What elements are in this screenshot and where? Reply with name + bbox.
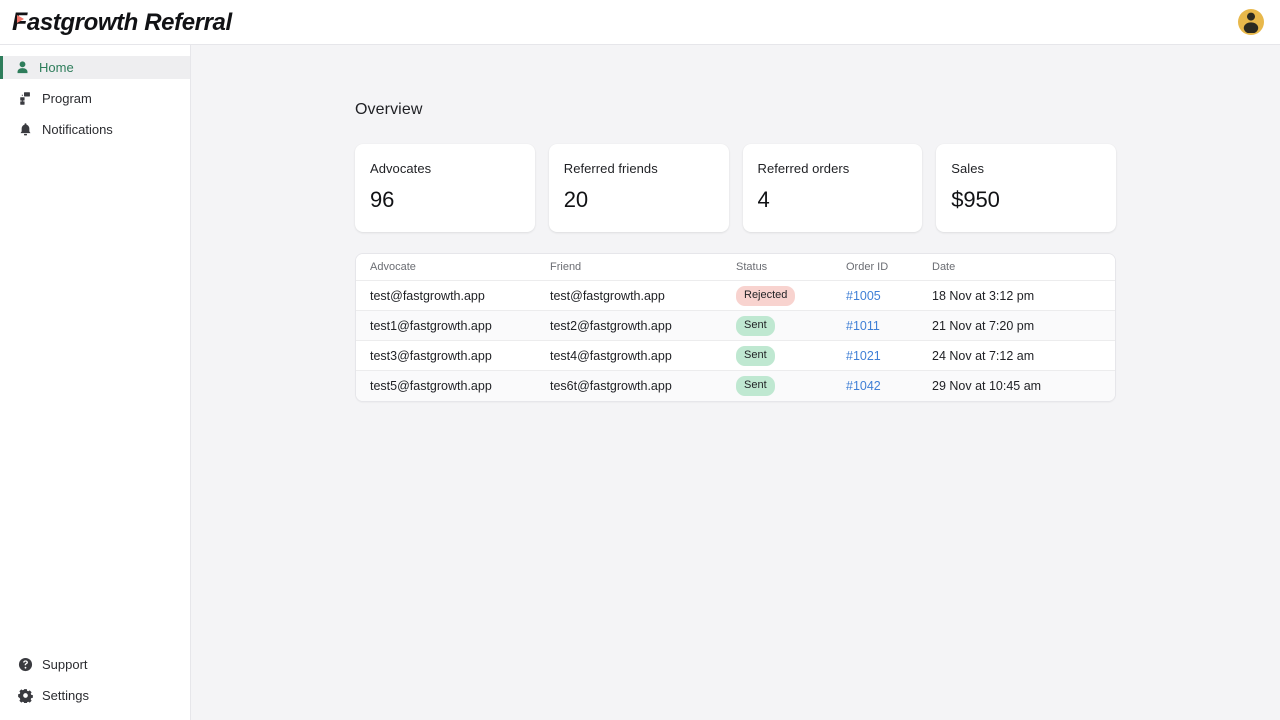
- logo-letter-f: F: [12, 10, 27, 35]
- stat-card-label: Sales: [951, 161, 1116, 176]
- sidebar-item-program[interactable]: Program: [0, 87, 190, 110]
- cell-order-id: #1005: [846, 289, 932, 303]
- table-row: test5@fastgrowth.app tes6t@fastgrowth.ap…: [356, 371, 1115, 401]
- column-header-friend: Friend: [550, 261, 736, 273]
- top-bar: F astgrowth Referral: [0, 0, 1280, 45]
- cell-order-id: #1042: [846, 379, 932, 393]
- cell-date: 18 Nov at 3:12 pm: [932, 289, 1115, 303]
- brand-logo[interactable]: F astgrowth Referral: [12, 10, 232, 35]
- cell-advocate: test5@fastgrowth.app: [356, 379, 550, 393]
- column-header-status: Status: [736, 261, 846, 273]
- stat-card-value: 96: [370, 187, 535, 213]
- cell-order-id: #1011: [846, 319, 932, 333]
- main-content: Overview Advocates 96 Referred friends 2…: [191, 45, 1280, 720]
- sidebar-item-label: Home: [39, 61, 74, 74]
- order-id-link[interactable]: #1011: [846, 319, 880, 333]
- stat-card-referred-friends: Referred friends 20: [549, 144, 729, 232]
- app-root: F astgrowth Referral: [0, 0, 1280, 720]
- sidebar-item-label: Notifications: [42, 123, 113, 136]
- column-header-date: Date: [932, 261, 1115, 273]
- gear-icon: [17, 687, 33, 703]
- sidebar-item-home[interactable]: Home: [0, 56, 190, 79]
- order-id-link[interactable]: #1042: [846, 379, 881, 393]
- cell-advocate: test3@fastgrowth.app: [356, 349, 550, 363]
- stat-card-label: Referred orders: [758, 161, 923, 176]
- sidebar-item-label: Support: [42, 658, 88, 671]
- cell-friend: test2@fastgrowth.app: [550, 319, 736, 333]
- order-id-link[interactable]: #1021: [846, 349, 881, 363]
- table-row: test@fastgrowth.app test@fastgrowth.app …: [356, 281, 1115, 311]
- sidebar-item-settings[interactable]: Settings: [0, 684, 190, 706]
- sidebar-item-label: Program: [42, 92, 92, 105]
- order-id-link[interactable]: #1005: [846, 289, 881, 303]
- bell-icon: [17, 122, 33, 138]
- column-header-order-id: Order ID: [846, 261, 932, 273]
- stat-card-value: $950: [951, 187, 1116, 213]
- table-row: test1@fastgrowth.app test2@fastgrowth.ap…: [356, 311, 1115, 341]
- status-badge: Sent: [736, 376, 775, 396]
- person-icon: [14, 60, 30, 76]
- stat-card-referred-orders: Referred orders 4: [743, 144, 923, 232]
- cell-friend: test@fastgrowth.app: [550, 289, 736, 303]
- sidebar-item-support[interactable]: Support: [0, 653, 190, 675]
- cell-advocate: test1@fastgrowth.app: [356, 319, 550, 333]
- stat-card-value: 20: [564, 187, 729, 213]
- cell-order-id: #1021: [846, 349, 932, 363]
- status-badge: Rejected: [736, 286, 795, 306]
- user-avatar-icon: [1238, 9, 1264, 35]
- cell-date: 29 Nov at 10:45 am: [932, 379, 1115, 393]
- sidebar: Home Program: [0, 45, 191, 720]
- stat-card-sales: Sales $950: [936, 144, 1116, 232]
- cell-status: Sent: [736, 316, 846, 336]
- stat-card-value: 4: [758, 187, 923, 213]
- cell-advocate: test@fastgrowth.app: [356, 289, 550, 303]
- logo-word-second: Referral: [144, 11, 232, 35]
- status-badge: Sent: [736, 346, 775, 366]
- help-circle-icon: [17, 656, 33, 672]
- cell-date: 21 Nov at 7:20 pm: [932, 319, 1115, 333]
- stat-card-list: Advocates 96 Referred friends 20 Referre…: [355, 144, 1116, 232]
- stat-card-label: Referred friends: [564, 161, 729, 176]
- status-badge: Sent: [736, 316, 775, 336]
- avatar[interactable]: [1238, 9, 1264, 35]
- column-header-advocate: Advocate: [356, 261, 550, 273]
- page-title: Overview: [355, 101, 1116, 119]
- stat-card-advocates: Advocates 96: [355, 144, 535, 232]
- stat-card-label: Advocates: [370, 161, 535, 176]
- sidebar-item-notifications[interactable]: Notifications: [0, 118, 190, 141]
- logo-triangle-accent-icon: [17, 15, 24, 23]
- app-body: Home Program: [0, 45, 1280, 720]
- sidebar-primary-nav: Home Program: [0, 56, 190, 141]
- referrals-table: Advocate Friend Status Order ID Date tes…: [355, 253, 1116, 402]
- logo-word-rest: astgrowth: [27, 11, 138, 35]
- sidebar-footer-nav: Support Settings: [0, 653, 190, 720]
- cell-friend: test4@fastgrowth.app: [550, 349, 736, 363]
- table-header-row: Advocate Friend Status Order ID Date: [356, 254, 1115, 281]
- sidebar-item-label: Settings: [42, 689, 89, 702]
- cell-friend: tes6t@fastgrowth.app: [550, 379, 736, 393]
- cell-status: Sent: [736, 376, 846, 396]
- table-row: test3@fastgrowth.app test4@fastgrowth.ap…: [356, 341, 1115, 371]
- cell-status: Sent: [736, 346, 846, 366]
- cell-status: Rejected: [736, 286, 846, 306]
- layers-blocks-icon: [17, 91, 33, 107]
- cell-date: 24 Nov at 7:12 am: [932, 349, 1115, 363]
